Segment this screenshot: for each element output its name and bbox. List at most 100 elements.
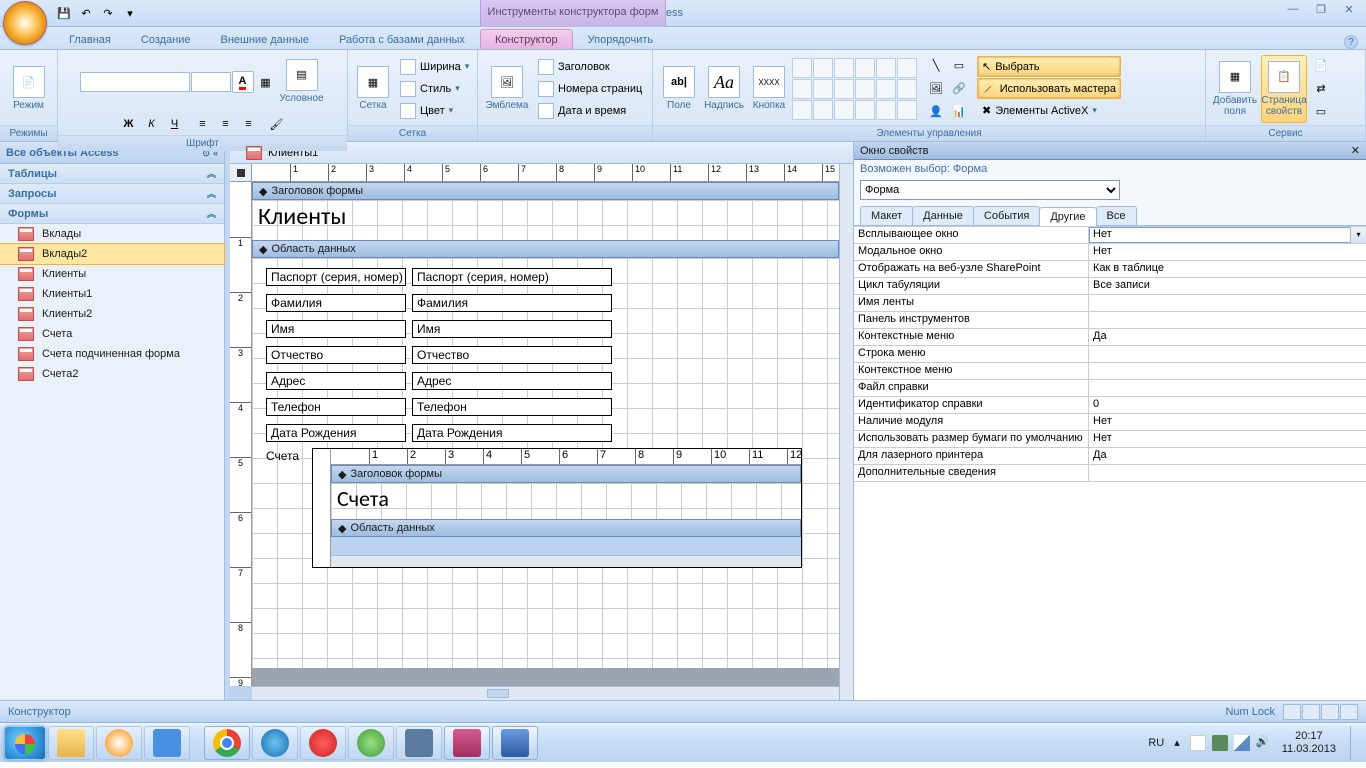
property-row[interactable]: Идентификатор справки0 <box>854 397 1366 414</box>
tab-database-tools[interactable]: Работа с базами данных <box>324 29 480 49</box>
start-button[interactable] <box>4 726 46 760</box>
horizontal-scrollbar[interactable] <box>252 686 839 700</box>
nav-form-item[interactable]: Вклады2 <box>0 244 224 264</box>
property-value[interactable]: Все записи <box>1089 278 1366 294</box>
prop-tab-event[interactable]: События <box>973 206 1040 225</box>
field-label[interactable]: Телефон <box>266 398 406 416</box>
align-left-button[interactable]: ≡ <box>192 113 214 135</box>
property-row[interactable]: Модальное окноНет <box>854 244 1366 261</box>
field-label[interactable]: Отчество <box>266 346 406 364</box>
property-object-selector[interactable]: Форма <box>860 180 1360 200</box>
code-button[interactable]: 📄 <box>1310 55 1332 77</box>
view-design-button[interactable] <box>1340 704 1358 720</box>
horizontal-ruler[interactable]: 123456789101112131415 <box>252 164 839 182</box>
property-row[interactable]: Имя ленты <box>854 295 1366 312</box>
align-center-button[interactable]: ≡ <box>215 113 237 135</box>
tab-external-data[interactable]: Внешние данные <box>206 29 324 49</box>
subform-detail-bar[interactable]: ◆ Область данных <box>331 519 801 537</box>
property-sheet-close-icon[interactable]: ✕ <box>1351 144 1360 157</box>
activex-controls-button[interactable]: ✖Элементы ActiveX▾ <box>977 100 1121 121</box>
section-form-header-bar[interactable]: ◆ Заголовок формы <box>252 182 839 200</box>
dropdown-icon[interactable]: ▾ <box>1350 227 1366 243</box>
form-selector[interactable] <box>230 164 252 182</box>
close-button[interactable]: ✕ <box>1336 3 1362 19</box>
property-row[interactable]: Наличие модуляНет <box>854 414 1366 431</box>
subform-title[interactable]: Счета <box>331 483 801 514</box>
field-textbox[interactable]: Дата Рождения <box>412 424 612 442</box>
nav-form-item[interactable]: Счета подчиненная форма <box>0 344 224 364</box>
view-button[interactable]: 📄 Режим <box>6 55 51 123</box>
section-detail[interactable]: Счета 123456789101112 ◆ Заголовок формы … <box>252 258 839 668</box>
font-name-input[interactable] <box>80 72 190 92</box>
logo-button[interactable]: 🖼 Эмблема <box>484 55 530 123</box>
maximize-button[interactable]: ❐ <box>1308 3 1334 19</box>
add-fields-button[interactable]: ▦Добавить поля <box>1212 55 1258 123</box>
field-textbox[interactable]: Паспорт (серия, номер) <box>412 268 612 286</box>
qat-redo[interactable]: ↷ <box>98 4 118 22</box>
property-row[interactable]: Контекстные менюДа <box>854 329 1366 346</box>
font-size-input[interactable] <box>191 72 231 92</box>
qat-undo[interactable]: ↶ <box>76 4 96 22</box>
label-control-button[interactable]: AaНадпись <box>702 55 746 123</box>
section-form-header[interactable]: Клиенты <box>252 200 839 240</box>
taskbar-opera[interactable] <box>300 726 346 760</box>
qat-customize[interactable]: ▾ <box>120 4 140 22</box>
view-layout-button[interactable] <box>1321 704 1339 720</box>
pagenumbers-button[interactable]: Номера страниц <box>533 78 647 99</box>
chart-ctrl-button[interactable]: 📊 <box>948 101 970 123</box>
nav-form-item[interactable]: Счета2 <box>0 364 224 384</box>
format-painter-button[interactable]: 🖌 <box>266 113 288 135</box>
taskbar-app1[interactable] <box>144 726 190 760</box>
tray-network-icon[interactable] <box>1234 735 1250 751</box>
textbox-control-button[interactable]: ab|Поле <box>659 55 699 123</box>
view-form-button[interactable] <box>1283 704 1301 720</box>
prop-tab-data[interactable]: Данные <box>912 206 974 225</box>
property-row[interactable]: Дополнительные сведения <box>854 465 1366 482</box>
tray-volume-icon[interactable]: 🔊 <box>1256 735 1272 751</box>
select-tool-button[interactable]: ↖Выбрать <box>977 56 1121 77</box>
help-icon[interactable]: ? <box>1344 35 1358 49</box>
font-color-button[interactable]: A <box>232 71 254 93</box>
tray-language[interactable]: RU <box>1148 737 1164 749</box>
use-wizards-toggle[interactable]: 🪄Использовать мастера <box>977 78 1121 99</box>
property-value[interactable]: 0 <box>1089 397 1366 413</box>
grid-style-button[interactable]: Стиль▾ <box>395 78 474 99</box>
tray-show-hidden-icon[interactable]: ▴ <box>1174 736 1180 749</box>
vertical-scrollbar[interactable] <box>839 164 853 700</box>
taskbar-app2[interactable] <box>348 726 394 760</box>
nav-form-item[interactable]: Клиенты1 <box>0 284 224 304</box>
subform-hscroll[interactable] <box>331 555 801 567</box>
grid-width-button[interactable]: Ширина▾ <box>395 56 474 77</box>
tray-power-icon[interactable] <box>1212 735 1228 751</box>
italic-button[interactable]: К <box>141 113 163 135</box>
property-row[interactable]: Для лазерного принтераДа <box>854 448 1366 465</box>
field-label[interactable]: Паспорт (серия, номер) <box>266 268 406 286</box>
more-ctrl-button[interactable]: 👤 <box>925 101 947 123</box>
property-row[interactable]: Всплывающее окноНет▾ <box>854 227 1366 244</box>
grid-color-button[interactable]: Цвет▾ <box>395 100 474 121</box>
form-title-label[interactable]: Клиенты <box>252 200 839 233</box>
section-detail-bar[interactable]: ◆ Область данных <box>252 240 839 258</box>
title-button[interactable]: Заголовок <box>533 56 647 77</box>
property-row[interactable]: Файл справки <box>854 380 1366 397</box>
property-row[interactable]: Отображать на веб-узле SharePointКак в т… <box>854 261 1366 278</box>
field-label[interactable]: Фамилия <box>266 294 406 312</box>
nav-form-item[interactable]: Вклады <box>0 224 224 244</box>
property-value[interactable] <box>1089 346 1366 362</box>
property-sheet-button[interactable]: 📋Страница свойств <box>1261 55 1307 123</box>
field-textbox[interactable]: Адрес <box>412 372 612 390</box>
property-value[interactable] <box>1089 312 1366 328</box>
property-value[interactable] <box>1089 363 1366 379</box>
property-row[interactable]: Контекстное меню <box>854 363 1366 380</box>
taskbar-ie[interactable] <box>252 726 298 760</box>
prop-tab-other[interactable]: Другие <box>1039 207 1096 226</box>
underline-button[interactable]: Ч <box>164 113 186 135</box>
property-value[interactable]: Нет <box>1089 431 1366 447</box>
datetime-button[interactable]: Дата и время <box>533 100 647 121</box>
form-canvas[interactable]: ◆ Заголовок формы Клиенты ◆ Область данн… <box>252 182 839 686</box>
prop-tab-all[interactable]: Все <box>1096 206 1137 225</box>
tab-arrange[interactable]: Упорядочить <box>573 29 668 49</box>
nav-form-item[interactable]: Клиенты2 <box>0 304 224 324</box>
office-button[interactable] <box>3 1 47 45</box>
taskbar-explorer[interactable] <box>48 726 94 760</box>
